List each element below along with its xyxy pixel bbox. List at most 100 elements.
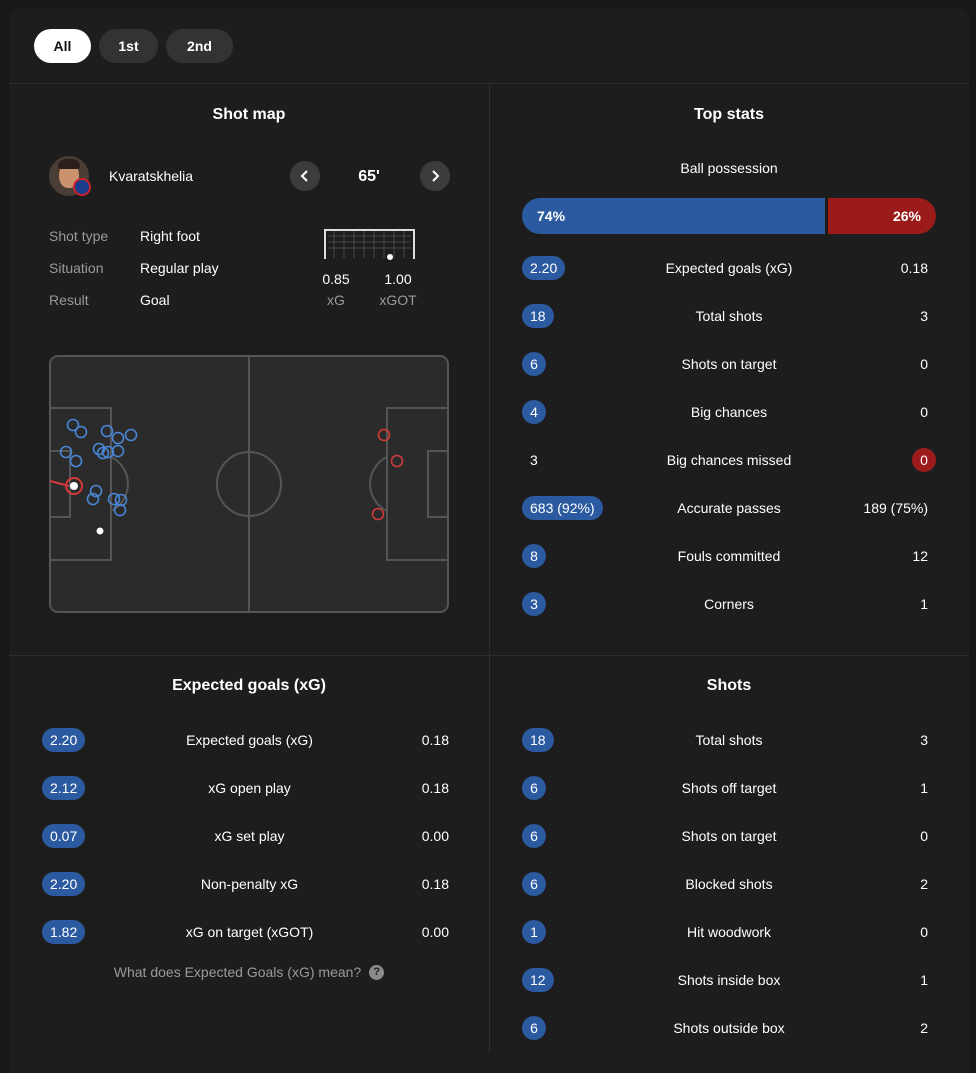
shots-section-title: Shots [706,677,752,694]
avatar [49,156,91,196]
match-stats-card: All 1st 2nd Shot map Kvaratskhelia 65' S… [9,8,969,1073]
away-value: 0 [920,828,928,844]
away-value: 3 [920,732,928,748]
stat-row: 18 Total shots 3 [522,304,936,328]
stat-row: 2.20 Expected goals (xG) 0.18 [522,256,936,280]
xg-label: xG [327,292,345,308]
stat-row: 0.07 xG set play 0.00 [42,824,457,848]
stat-label: Shots on target [681,356,777,372]
possession-bar: 74% 26% [522,198,936,234]
away-value: 189 (75%) [863,500,928,516]
possession-home: 74% [522,198,825,234]
xgot-value: 1.00 [384,271,412,287]
tab-all[interactable]: All [34,29,91,63]
away-value: 12 [912,548,928,564]
divider [489,655,490,1053]
result-label: Result [49,292,89,308]
shot-type-row: Shot type Right foot [49,228,200,244]
help-icon[interactable]: ? [369,964,385,980]
result-row: Result Goal [49,292,170,308]
situation-label: Situation [49,260,104,276]
player-info: Kvaratskhelia [49,156,193,196]
stat-row: 6 Blocked shots 2 [522,872,936,896]
stat-label: xG set play [214,828,285,844]
stat-label: Expected goals (xG) [186,732,313,748]
xg-value: 0.85 [322,271,350,287]
shot-map-title: Shot map [212,106,286,123]
stat-row: 3 Corners 1 [522,592,936,616]
stat-row: 1 Hit woodwork 0 [522,920,936,944]
xg-section-title: Expected goals (xG) [172,677,326,694]
stat-label: Fouls committed [677,548,781,564]
stat-label: Total shots [695,308,763,324]
possession-label: Ball possession [680,160,778,176]
away-value: 3 [920,308,928,324]
stat-row: 683 (92%) Accurate passes 189 (75%) [522,496,936,520]
stat-row: 4 Big chances 0 [522,400,936,424]
shot-minute: 65' [358,168,380,185]
stat-row: 6 Shots off target 1 [522,776,936,800]
stat-row: 8 Fouls committed 12 [522,544,936,568]
chevron-left-icon [300,170,308,182]
stat-label: Blocked shots [685,876,773,892]
stat-row: 2.20 Non-penalty xG 0.18 [42,872,457,896]
result-value: Goal [140,292,170,308]
stat-label: Hit woodwork [686,924,772,940]
next-shot-button[interactable] [420,161,450,191]
away-value: 2 [920,876,928,892]
previous-shot-button[interactable] [290,161,320,191]
stat-label: Big chances [690,404,768,420]
away-value: 0 [920,404,928,420]
stat-label: Corners [704,596,754,612]
stat-row: 6 Shots on target 0 [522,352,936,376]
stat-label: Shots outside box [673,1020,785,1036]
stat-row: 3 Big chances missed 0 [522,448,936,472]
possession-away: 26% [828,198,936,234]
stat-label: xG open play [208,780,291,796]
situation-row: Situation Regular play [49,260,219,276]
top-stats-title: Top stats [694,106,764,123]
away-value: 0 [920,356,928,372]
away-value: 0 [920,924,928,940]
stat-label: Shots off target [681,780,777,796]
away-value: 1 [920,596,928,612]
stat-label: Total shots [695,732,763,748]
away-value: 1 [920,972,928,988]
tab-second-half[interactable]: 2nd [166,29,233,63]
stat-row: 18 Total shots 3 [522,728,936,752]
away-value: 0.00 [421,924,449,940]
chevron-right-icon [432,170,440,182]
stat-label: Expected goals (xG) [665,260,793,276]
away-value: 0.18 [900,260,928,276]
stat-label: Non-penalty xG [200,876,299,892]
xgot-label: xGOT [379,292,417,308]
stat-label: xG on target (xGOT) [185,924,314,940]
stat-row: 6 Shots outside box 2 [522,1016,936,1040]
away-value: 2 [920,1020,928,1036]
team-badge-icon [73,178,91,196]
shot-type-label: Shot type [49,228,109,244]
stat-label: Shots on target [681,828,777,844]
period-tabs: All 1st 2nd [34,29,233,63]
goal-frame-icon [324,229,415,260]
away-value: 0 [912,448,936,472]
away-value: 0.18 [421,780,449,796]
tab-first-half[interactable]: 1st [99,29,158,63]
pitch-shot-map [49,355,449,613]
away-value: 1 [920,780,928,796]
away-value: 0.00 [421,828,449,844]
away-value: 0.18 [421,876,449,892]
shot-type-value: Right foot [140,228,200,244]
stat-row: 2.12 xG open play 0.18 [42,776,457,800]
xg-help-text: What does Expected Goals (xG) mean? [113,964,362,980]
ball-icon [70,482,78,490]
stat-row: 2.20 Expected goals (xG) 0.18 [42,728,457,752]
situation-value: Regular play [140,260,219,276]
stat-label: Shots inside box [677,972,781,988]
xg-help-link[interactable]: What does Expected Goals (xG) mean? ? [9,964,489,980]
ball-icon [386,253,394,260]
player-name: Kvaratskhelia [109,168,194,184]
stat-row: 12 Shots inside box 1 [522,968,936,992]
ball-icon [95,526,105,536]
stat-label: Big chances missed [666,452,792,468]
